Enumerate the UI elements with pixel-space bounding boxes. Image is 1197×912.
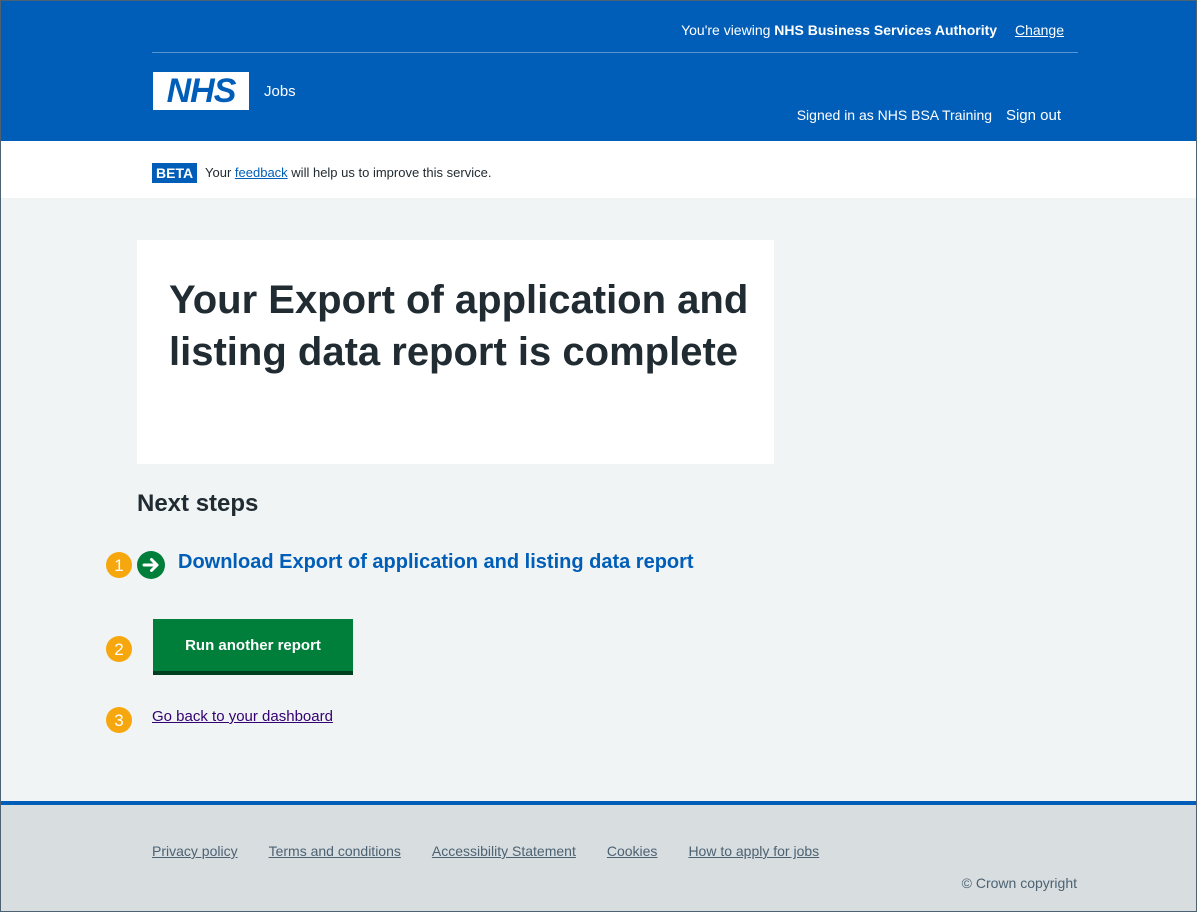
nhs-logo-text: NHS: [166, 72, 237, 110]
org-name: NHS Business Services Authority: [774, 22, 998, 38]
footer-link-terms[interactable]: Terms and conditions: [269, 843, 401, 859]
annotation-badge-3: 3: [106, 707, 132, 733]
page-title: Your Export of application and listing d…: [169, 278, 749, 374]
arrow-right-circle-icon: [137, 551, 165, 579]
organisation-switcher: You're viewing NHS Business Services Aut…: [681, 22, 1064, 38]
org-prefix: You're viewing: [681, 22, 771, 38]
annotation-badge-1: 1: [106, 552, 132, 578]
beta-message: Your feedback will help us to improve th…: [205, 165, 491, 180]
beta-tag: BETA: [152, 163, 198, 183]
back-to-dashboard-link[interactable]: Go back to your dashboard: [152, 708, 333, 725]
copyright: © Crown copyright: [961, 875, 1077, 891]
footer-links: Privacy policy Terms and conditions Acce…: [152, 843, 819, 859]
feedback-link[interactable]: feedback: [235, 165, 288, 180]
beta-banner: BETA Your feedback will help us to impro…: [0, 141, 1197, 198]
account-area: Signed in as NHS BSA Training Sign out: [797, 107, 1061, 124]
change-organisation-link[interactable]: Change: [1015, 22, 1064, 38]
sign-out-link[interactable]: Sign out: [1006, 107, 1061, 124]
organisation-bar: You're viewing NHS Business Services Aut…: [152, 0, 1078, 53]
beta-text-before: Your: [205, 165, 232, 180]
site-footer: Privacy policy Terms and conditions Acce…: [0, 801, 1197, 912]
run-another-report-button[interactable]: Run another report: [153, 619, 353, 671]
signed-in-text: Signed in as NHS BSA Training: [796, 107, 993, 123]
footer-link-privacy[interactable]: Privacy policy: [152, 843, 238, 859]
download-report-link[interactable]: Download Export of application and listi…: [178, 551, 694, 574]
beta-text-after: will help us to improve this service.: [291, 165, 492, 180]
footer-link-cookies[interactable]: Cookies: [607, 843, 658, 859]
site-header: You're viewing NHS Business Services Aut…: [0, 0, 1197, 141]
footer-link-how-to-apply[interactable]: How to apply for jobs: [688, 843, 819, 859]
nhs-logo[interactable]: NHS: [153, 72, 249, 110]
confirmation-panel: Your Export of application and listing d…: [137, 240, 774, 464]
footer-link-accessibility[interactable]: Accessibility Statement: [432, 843, 576, 859]
service-name[interactable]: Jobs: [264, 83, 296, 100]
annotation-badge-2: 2: [106, 636, 132, 662]
next-steps-heading: Next steps: [137, 490, 259, 517]
